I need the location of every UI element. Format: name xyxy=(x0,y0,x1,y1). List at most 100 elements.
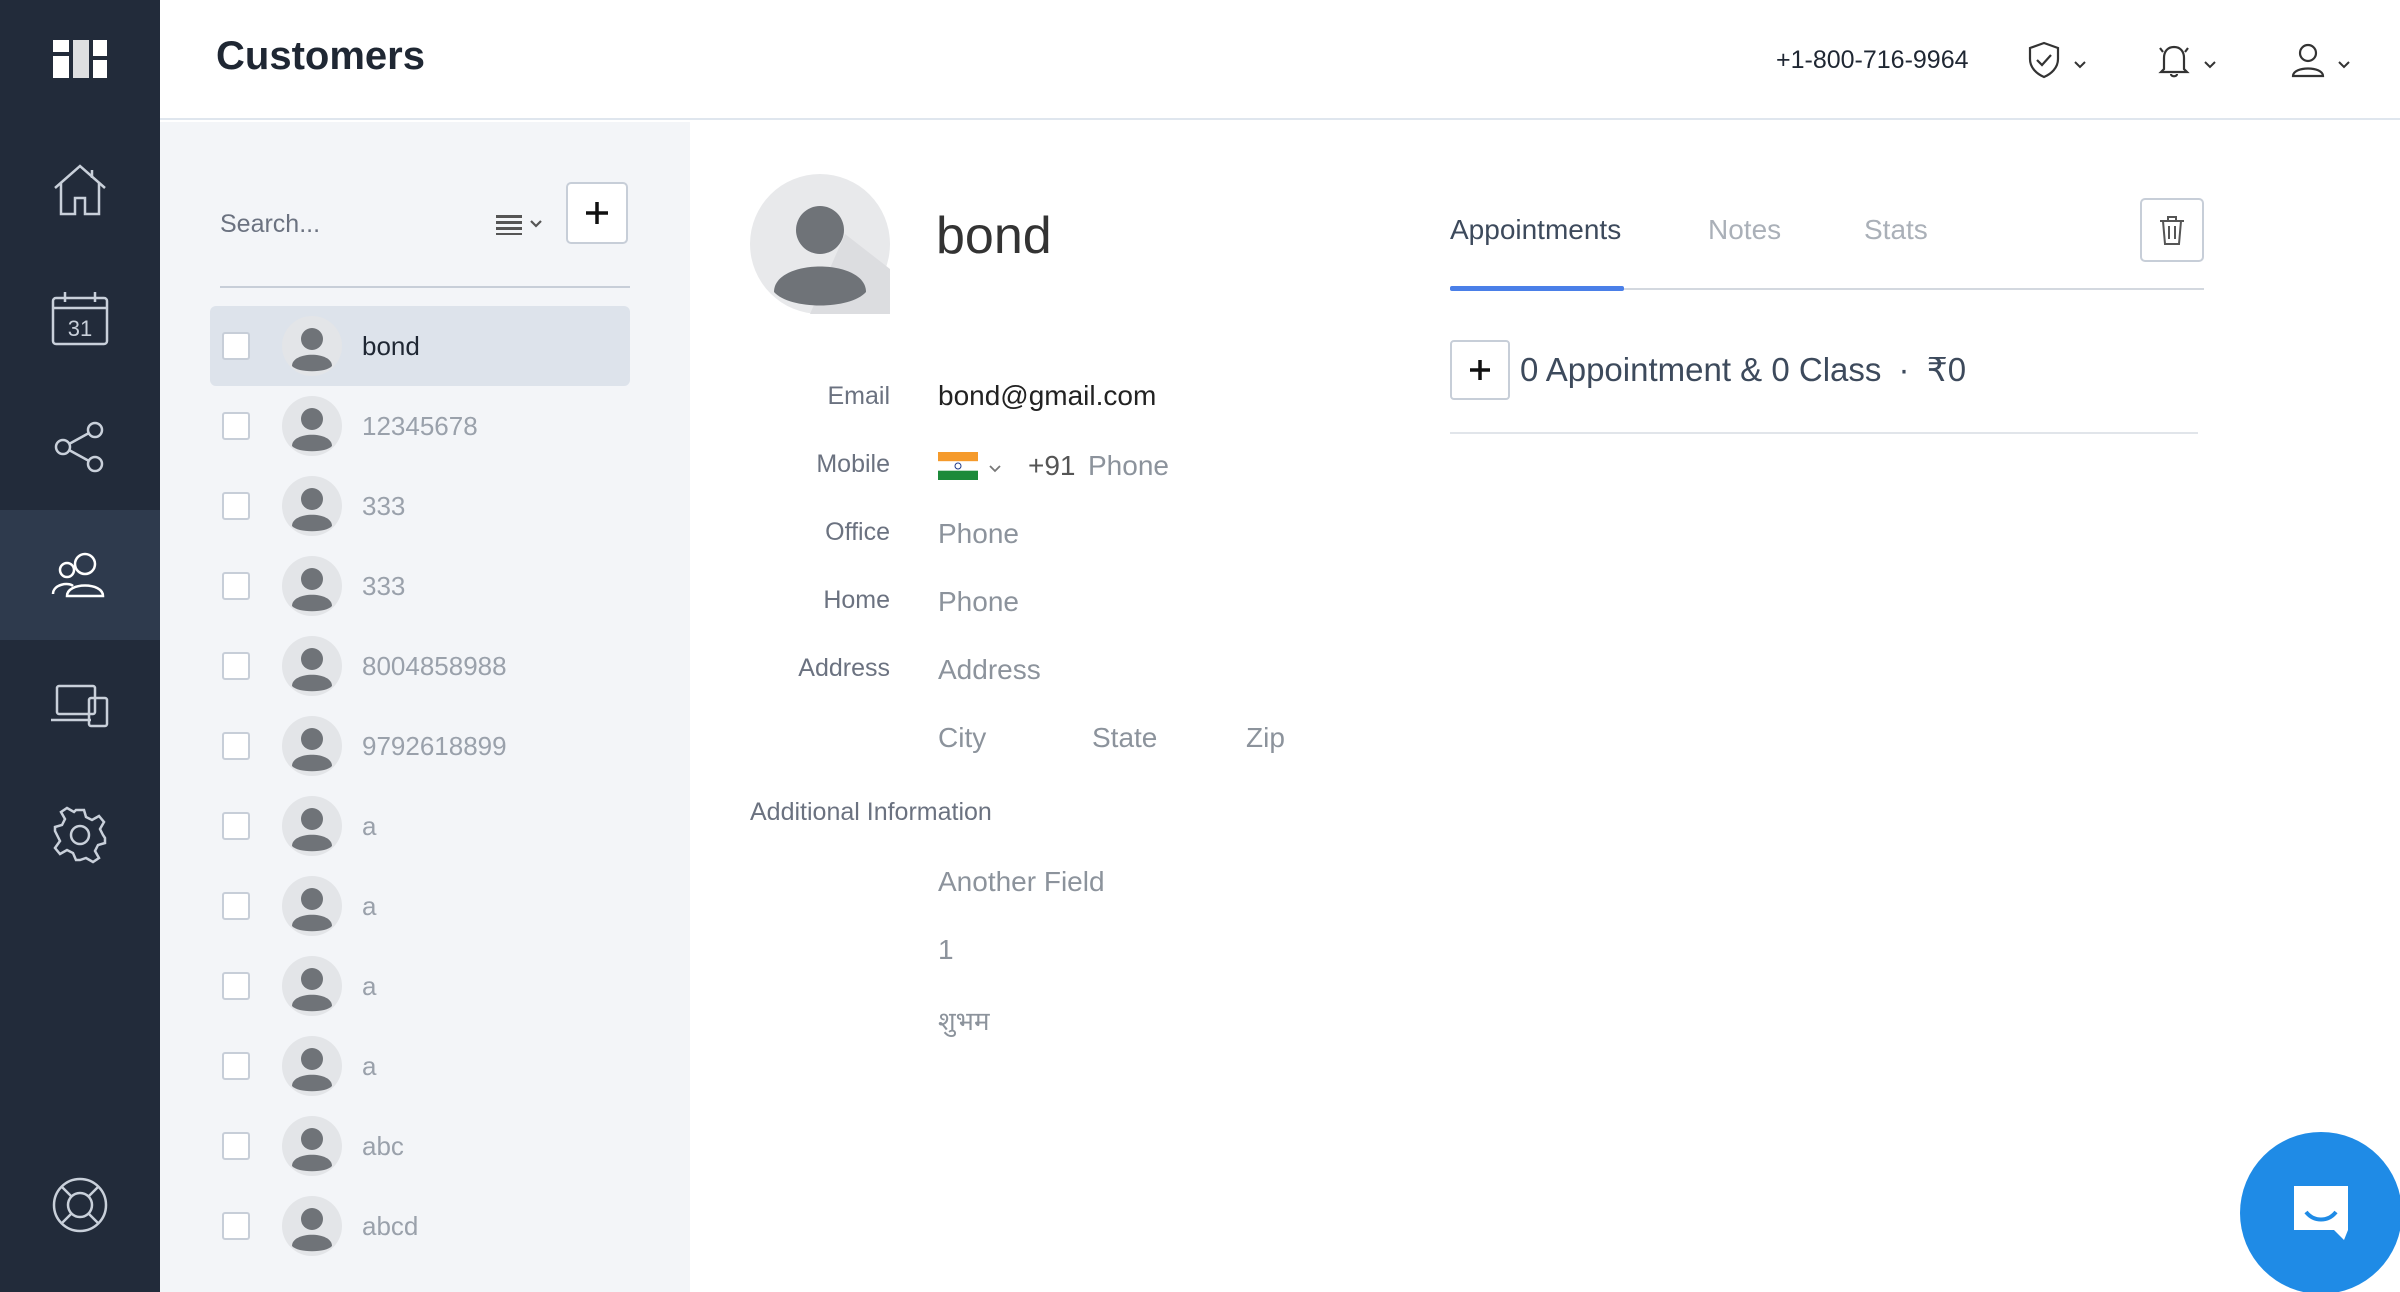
avatar xyxy=(282,1116,342,1176)
avatar xyxy=(282,316,342,376)
row-checkbox[interactable] xyxy=(222,412,250,440)
add-customer-button[interactable] xyxy=(566,182,628,244)
page-title: Customers xyxy=(216,34,425,78)
customer-list: bond 12345678 333 333 8004858988 9792618… xyxy=(210,306,630,1266)
home-phone-field[interactable]: Phone xyxy=(938,586,1019,618)
list-item[interactable]: bond xyxy=(210,306,630,386)
customer-name: 333 xyxy=(362,490,406,521)
list-item[interactable]: abc xyxy=(210,1106,630,1186)
top-header: Customers +1-800-716-9964 xyxy=(160,0,2400,120)
address-field[interactable]: Address xyxy=(938,654,1041,686)
chevron-down-icon xyxy=(2204,61,2216,69)
nav-customers[interactable] xyxy=(0,510,160,640)
avatar[interactable] xyxy=(750,174,890,314)
list-item[interactable]: 333 xyxy=(210,466,630,546)
zip-field[interactable]: Zip xyxy=(1246,722,1285,754)
nav-devices[interactable] xyxy=(0,640,160,770)
active-tab-indicator xyxy=(1450,286,1624,291)
mobile-field[interactable]: Phone xyxy=(1088,450,1169,482)
search-input[interactable] xyxy=(220,202,470,246)
row-checkbox[interactable] xyxy=(222,1132,250,1160)
avatar xyxy=(282,636,342,696)
chat-icon xyxy=(2294,1186,2348,1240)
nav-settings[interactable] xyxy=(0,770,160,900)
separator: · xyxy=(1898,351,1910,388)
office-phone-field[interactable]: Phone xyxy=(938,518,1019,550)
main-nav: 31 xyxy=(0,0,160,1292)
email-field[interactable]: bond@gmail.com xyxy=(938,380,1156,412)
avatar xyxy=(282,1196,342,1256)
row-checkbox[interactable] xyxy=(222,1212,250,1240)
row-checkbox[interactable] xyxy=(222,332,250,360)
bell-icon xyxy=(2158,45,2190,78)
row-checkbox[interactable] xyxy=(222,572,250,600)
appointment-summary: 0 Appointment & 0 Class · ₹0 xyxy=(1520,350,1966,389)
tab-stats[interactable]: Stats xyxy=(1864,214,1928,246)
calendar-icon: 31 xyxy=(51,292,109,346)
notifications-menu[interactable] xyxy=(2154,38,2218,82)
row-checkbox[interactable] xyxy=(222,812,250,840)
row-checkbox[interactable] xyxy=(222,892,250,920)
nav-share[interactable] xyxy=(0,382,160,512)
additional-field[interactable]: शुभम xyxy=(938,1002,990,1038)
avatar xyxy=(282,1036,342,1096)
view-options-button[interactable] xyxy=(496,202,556,246)
row-checkbox[interactable] xyxy=(222,492,250,520)
list-item[interactable]: a xyxy=(210,786,630,866)
nav-dashboard[interactable] xyxy=(0,0,160,130)
customer-name: 9792618899 xyxy=(362,730,507,761)
customer-name: abcd xyxy=(362,1210,419,1241)
divider xyxy=(220,286,630,288)
customer-name: 12345678 xyxy=(362,410,478,441)
nav-calendar[interactable]: 31 xyxy=(0,254,160,384)
tab-appointments[interactable]: Appointments xyxy=(1450,214,1621,246)
list-item[interactable]: a xyxy=(210,946,630,1026)
chevron-down-icon xyxy=(2338,61,2350,69)
additional-field[interactable]: 1 xyxy=(938,934,954,966)
home-icon xyxy=(54,164,106,216)
avatar xyxy=(282,876,342,936)
list-view-icon xyxy=(496,215,522,235)
avatar xyxy=(282,396,342,456)
tab-notes[interactable]: Notes xyxy=(1708,214,1781,246)
list-item[interactable]: 9792618899 xyxy=(210,706,630,786)
home-label: Home xyxy=(823,586,890,614)
trash-icon xyxy=(2160,216,2184,245)
row-checkbox[interactable] xyxy=(222,1052,250,1080)
customer-list-panel: bond 12345678 333 333 8004858988 9792618… xyxy=(160,122,690,1292)
avatar xyxy=(282,956,342,1016)
plus-icon xyxy=(1470,360,1490,380)
customer-name-heading[interactable]: bond xyxy=(936,206,1052,266)
help-icon xyxy=(52,1177,108,1233)
additional-field[interactable]: Another Field xyxy=(938,866,1105,898)
avatar xyxy=(282,796,342,856)
support-phone[interactable]: +1-800-716-9964 xyxy=(1776,46,1969,75)
chat-button[interactable] xyxy=(2240,1132,2400,1292)
list-item[interactable]: 8004858988 xyxy=(210,626,630,706)
add-appointment-button[interactable] xyxy=(1450,340,1510,400)
list-item[interactable]: a xyxy=(210,1026,630,1106)
list-item[interactable]: 333 xyxy=(210,546,630,626)
customer-name: a xyxy=(362,970,377,1001)
customer-detail: bond Email bond@gmail.com Mobile +91 Pho… xyxy=(690,122,1400,1292)
avatar xyxy=(282,556,342,616)
chevron-down-icon[interactable] xyxy=(988,462,1002,476)
state-field[interactable]: State xyxy=(1092,722,1157,754)
list-item[interactable]: 12345678 xyxy=(210,386,630,466)
nav-home[interactable] xyxy=(0,124,160,254)
nav-help[interactable] xyxy=(0,1140,160,1270)
list-item[interactable]: a xyxy=(210,866,630,946)
office-label: Office xyxy=(825,518,890,546)
india-flag-icon[interactable] xyxy=(938,452,978,480)
row-checkbox[interactable] xyxy=(222,652,250,680)
security-menu[interactable] xyxy=(2024,38,2088,82)
dashboard-icon xyxy=(53,40,107,78)
settings-icon xyxy=(53,806,107,864)
city-field[interactable]: City xyxy=(938,722,986,754)
row-checkbox[interactable] xyxy=(222,972,250,1000)
list-item[interactable]: abcd xyxy=(210,1186,630,1266)
row-checkbox[interactable] xyxy=(222,732,250,760)
customer-name: a xyxy=(362,810,377,841)
delete-customer-button[interactable] xyxy=(2140,198,2204,262)
user-menu[interactable] xyxy=(2288,38,2352,82)
